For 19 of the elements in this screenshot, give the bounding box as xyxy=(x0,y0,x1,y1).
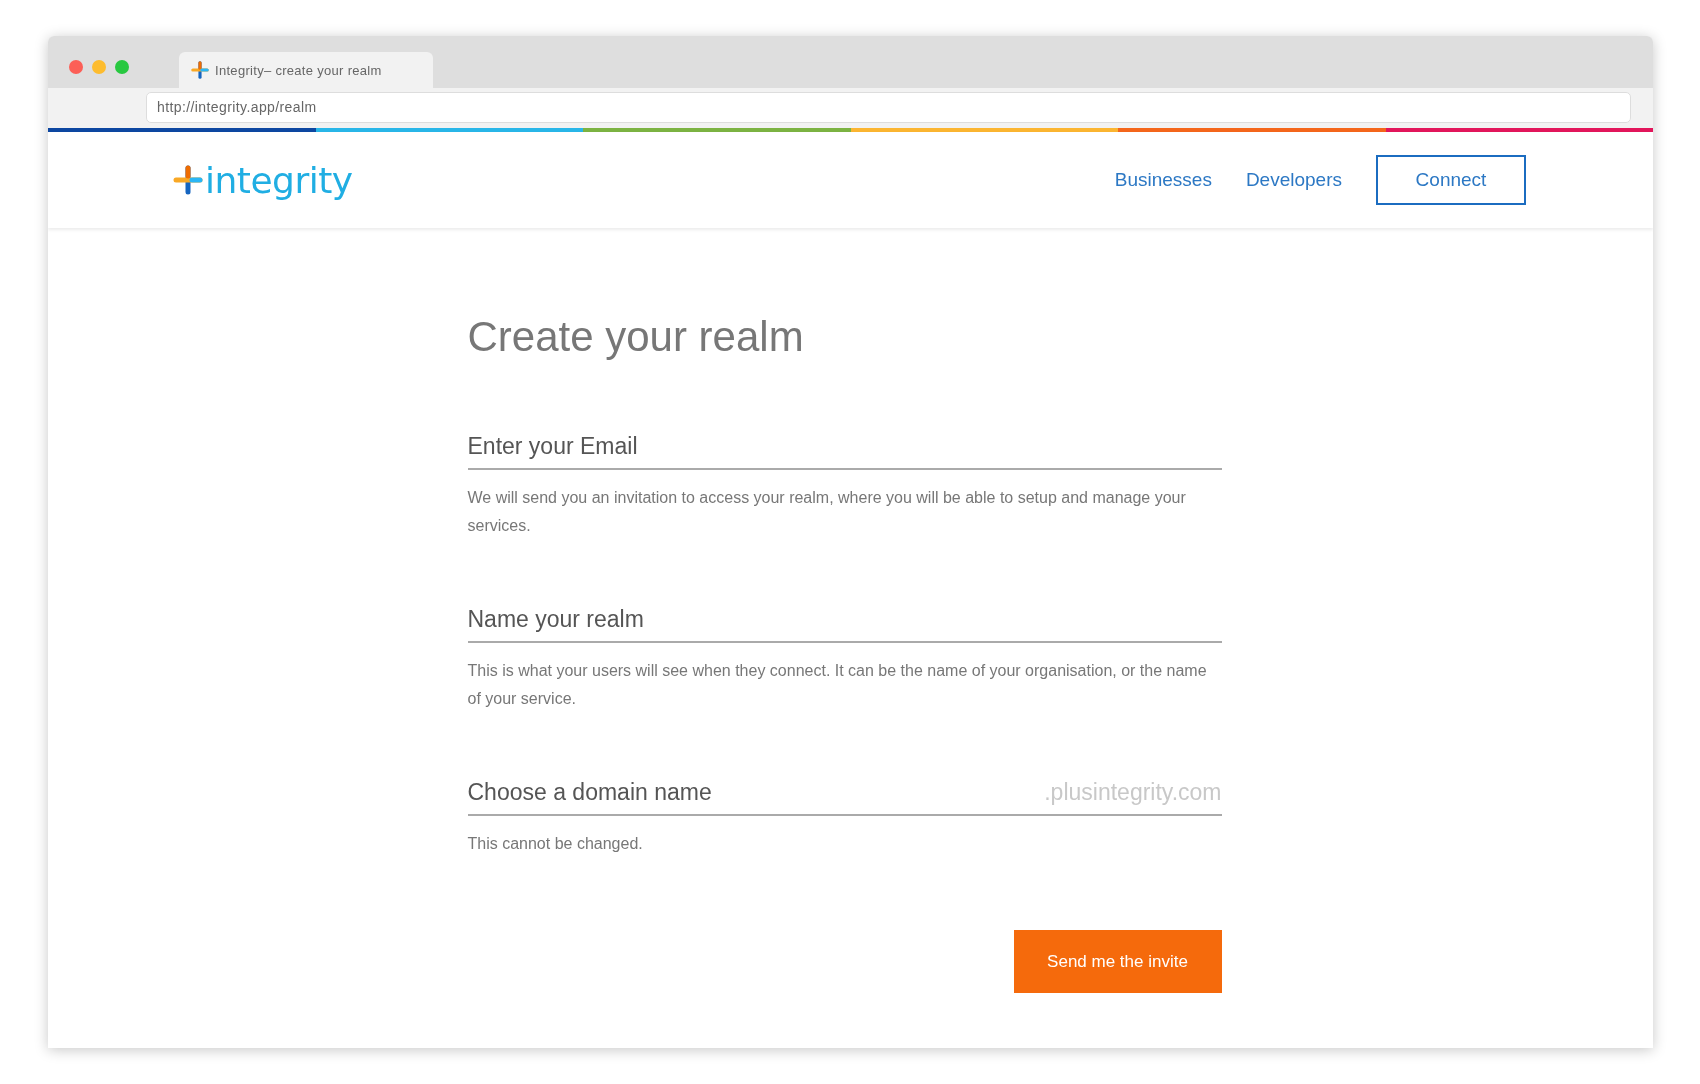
send-invite-button[interactable]: Send me the invite xyxy=(1013,930,1222,993)
help-text: This cannot be changed. xyxy=(467,834,644,854)
input-field[interactable]: Choose a domain name xyxy=(467,779,1045,806)
help-text: We will send you an invitation to access your realm, where you will be able to setup and manage your services. xyxy=(467,488,1187,536)
maximize-icon[interactable] xyxy=(115,60,129,74)
address-bar[interactable]: http://integrity.app/realm xyxy=(146,92,1631,123)
plus-icon xyxy=(173,165,203,195)
nav-link[interactable]: Businesses xyxy=(1114,169,1212,191)
page-title: Create your realm xyxy=(467,313,805,361)
help-text: This is what your users will see when they connect. It can be the name of your organisation, or the name of your service. xyxy=(467,661,1208,709)
browser-tab[interactable]: Integrity– create your realm xyxy=(179,52,433,88)
close-icon[interactable] xyxy=(69,60,83,74)
connect-button[interactable]: Connect xyxy=(1376,155,1526,205)
plus-icon xyxy=(191,61,209,79)
minimize-icon[interactable] xyxy=(92,60,106,74)
input-field[interactable]: Name your realm xyxy=(467,606,1222,633)
logo-text[interactable]: integrity xyxy=(205,159,353,201)
input-field[interactable]: Enter your Email xyxy=(467,433,1222,460)
nav-link[interactable]: Developers xyxy=(1245,169,1342,191)
